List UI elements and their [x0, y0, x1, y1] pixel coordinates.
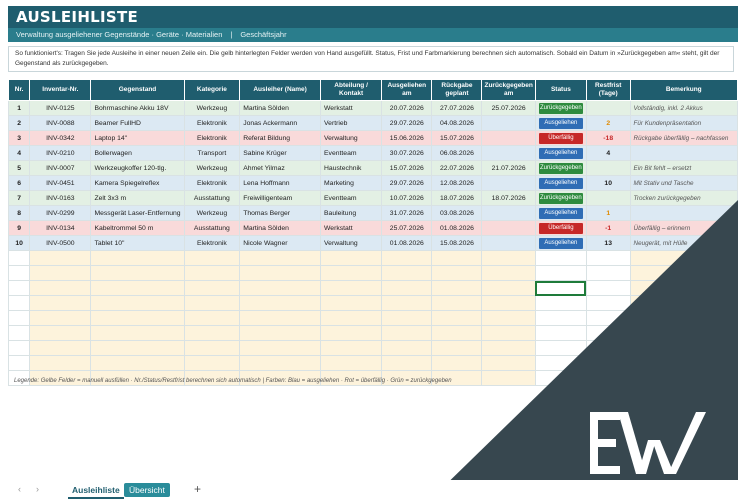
sheet-tabs-bar: ‹ › Ausleihliste Übersicht + — [0, 480, 738, 500]
tab-next-button[interactable]: › — [36, 484, 39, 494]
tab-prev-button[interactable]: ‹ — [18, 484, 21, 494]
tab-ausleihliste[interactable]: Ausleihliste — [68, 483, 124, 499]
add-sheet-button[interactable]: + — [194, 482, 201, 496]
logo-text: EW — [0, 0, 2, 1]
corner-triangle — [430, 200, 738, 500]
tab-uebersicht[interactable]: Übersicht — [124, 483, 170, 497]
corner-decoration: EW — [0, 0, 738, 500]
